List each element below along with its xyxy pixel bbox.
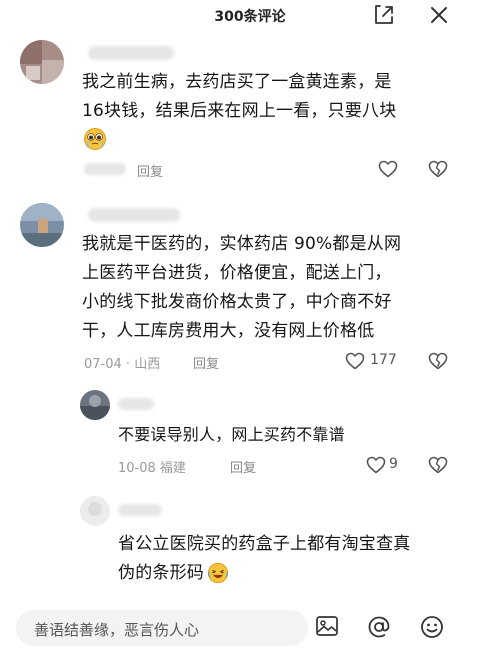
heart-outline-icon[interactable] xyxy=(378,160,398,178)
like-count: 9 xyxy=(389,456,398,472)
comment-count-title: 300条评论 xyxy=(214,9,286,25)
comment-line: 我之前生病，去药店买了一盒黄连素，是 xyxy=(82,72,392,92)
username-blurred xyxy=(118,398,154,410)
comment-line: 16块钱，结果后来在网上一看，只要八块 xyxy=(82,101,397,121)
pleading-face-emoji-icon xyxy=(84,128,106,150)
reply-line-text: 伪的条形码 xyxy=(118,563,204,583)
at-icon[interactable] xyxy=(367,615,391,639)
comment-line: 上医药平台进货，价格便宜，配送上门， xyxy=(82,263,392,283)
reply-button[interactable]: 回复 xyxy=(230,457,256,476)
heart-outline-icon[interactable] xyxy=(366,456,386,474)
reply-line: 省公立医院买的药盒子上都有淘宝查真 xyxy=(118,534,411,554)
username-blurred xyxy=(88,208,180,222)
username-blurred xyxy=(118,504,162,516)
reply-line: 伪的条形码 xyxy=(118,559,488,588)
avatar[interactable] xyxy=(80,390,110,420)
comment-line: 干，人工库房费用大，没有网上价格低 xyxy=(82,321,375,341)
close-button[interactable] xyxy=(427,3,451,27)
heart-outline-icon[interactable] xyxy=(345,352,365,370)
reply-text: 省公立医院买的药盒子上都有淘宝查真 伪的条形码 xyxy=(118,530,488,588)
reply-text: 不要误导别人，网上买药不靠谱 xyxy=(118,425,345,444)
input-placeholder: 善语结善缘，恶言伤人心 xyxy=(34,621,200,639)
reply-meta: 10-08 福建 xyxy=(118,457,186,476)
reply-date: 10-08 xyxy=(118,461,156,476)
avatar[interactable] xyxy=(20,203,64,247)
broken-heart-icon[interactable] xyxy=(428,456,448,474)
image-icon[interactable] xyxy=(315,615,339,637)
meta-separator: · xyxy=(125,357,135,372)
username-blurred xyxy=(88,46,174,60)
comments-header: 300条评论 xyxy=(0,0,500,30)
avatar[interactable] xyxy=(80,496,110,526)
close-icon xyxy=(431,7,447,23)
comment-location: 山西 xyxy=(134,357,161,372)
comment-text: 我就是干医药的，实体药店 90%都是从网 上医药平台进货，价格便宜，配送上门， … xyxy=(82,230,492,346)
reply-button[interactable]: 回复 xyxy=(137,161,163,180)
avatar[interactable] xyxy=(20,40,64,84)
date-blurred xyxy=(84,163,126,175)
collapse-button[interactable] xyxy=(372,3,396,27)
comment-line: 我就是干医药的，实体药店 90%都是从网 xyxy=(82,234,402,254)
reply-button[interactable]: 回复 xyxy=(193,353,219,372)
collapse-icon xyxy=(375,5,393,24)
comment-line: 小的线下批发商价格太贵了，中介商不好 xyxy=(82,292,392,312)
laughing-tears-emoji-icon xyxy=(207,562,229,584)
emoji-icon[interactable] xyxy=(420,615,444,639)
comment-text: 我之前生病，去药店买了一盒黄连素，是 16块钱，结果后来在网上一看，只要八块 xyxy=(82,68,492,126)
comment-date: 07-04 xyxy=(84,357,122,372)
broken-heart-icon[interactable] xyxy=(428,160,448,178)
like-count: 177 xyxy=(370,352,397,368)
comment-meta: 07-04 · 山西 xyxy=(84,353,160,372)
comment-input[interactable]: 善语结善缘，恶言伤人心 xyxy=(16,610,308,646)
broken-heart-icon[interactable] xyxy=(428,352,448,370)
comment-input-bar: 善语结善缘，恶言伤人心 xyxy=(0,598,500,653)
reply-location: 福建 xyxy=(159,461,186,476)
